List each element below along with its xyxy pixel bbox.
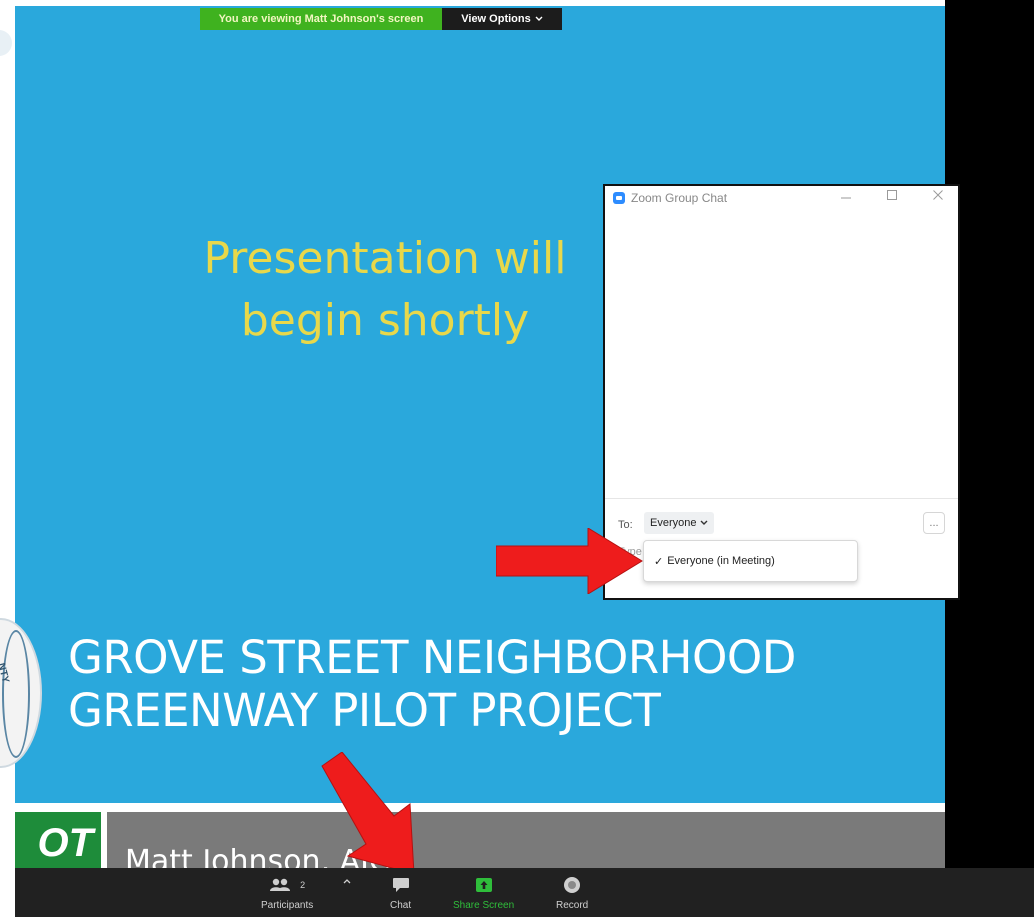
project-title-line-1: GROVE STREET NEIGHBORHOOD — [68, 631, 796, 684]
project-title: GROVE STREET NEIGHBORHOOD GREENWAY PILOT… — [68, 631, 796, 737]
zoom-app-icon — [613, 192, 625, 204]
share-screen-button[interactable]: Share Screen — [453, 870, 514, 911]
dot-logo: OT — [15, 812, 101, 868]
footer-divider — [15, 803, 945, 812]
chat-label: Chat — [390, 900, 412, 911]
participants-count: 2 — [300, 880, 306, 890]
close-icon — [933, 190, 943, 200]
recipient-value: Everyone — [650, 517, 697, 529]
red-arrow-right-icon — [496, 528, 643, 594]
view-options-button[interactable]: View Options — [442, 8, 562, 30]
participants-menu-chevron[interactable] — [343, 878, 351, 884]
more-options-button[interactable]: ... — [923, 512, 945, 534]
edge-circle-icon — [0, 30, 12, 56]
chat-window-title: Zoom Group Chat — [631, 191, 728, 205]
record-button[interactable]: Record — [556, 870, 588, 911]
maximize-icon — [887, 190, 897, 200]
recipient-select[interactable]: Everyone — [644, 512, 715, 534]
minimize-button[interactable] — [831, 188, 861, 206]
chat-divider — [605, 498, 958, 499]
minimize-icon — [841, 197, 851, 199]
chevron-down-icon — [700, 517, 708, 529]
check-icon: ✓ — [654, 555, 664, 568]
close-button[interactable] — [923, 188, 953, 206]
recipient-dropdown[interactable]: ✓ Everyone (in Meeting) — [643, 540, 858, 582]
dropdown-option-everyone[interactable]: Everyone (in Meeting) — [667, 555, 775, 567]
chevron-up-icon — [343, 879, 351, 884]
maximize-button[interactable] — [877, 188, 907, 206]
meeting-toolbar: 2 Participants Chat Share Screen Record — [15, 868, 1034, 917]
record-icon — [564, 877, 581, 893]
share-screen-label: Share Screen — [453, 900, 515, 911]
red-arrow-down-icon — [321, 752, 415, 875]
presenter-bar: Matt Johnson, AICP — [107, 812, 945, 868]
chat-button[interactable]: Chat — [390, 870, 411, 911]
chat-icon — [392, 878, 409, 892]
slide-heading-line-2: begin shortly — [240, 294, 530, 346]
slide-heading: Presentation will begin shortly — [150, 228, 620, 351]
viewing-banner: You are viewing Matt Johnson's screen — [200, 8, 442, 30]
slide-heading-line-1: Presentation will — [203, 233, 567, 284]
project-title-line-2: GREENWAY PILOT PROJECT — [68, 683, 661, 737]
view-options-label: View Options — [461, 13, 531, 25]
record-label: Record — [556, 900, 589, 911]
chevron-down-icon — [535, 13, 543, 25]
seal-ring — [2, 630, 30, 758]
participants-icon — [270, 878, 291, 891]
chat-window[interactable]: Zoom Group Chat To: Everyone ... Type ✓ … — [603, 184, 960, 600]
participants-label: Participants — [261, 900, 314, 911]
participants-button[interactable]: 2 Participants — [261, 870, 313, 911]
share-screen-icon — [475, 878, 492, 892]
